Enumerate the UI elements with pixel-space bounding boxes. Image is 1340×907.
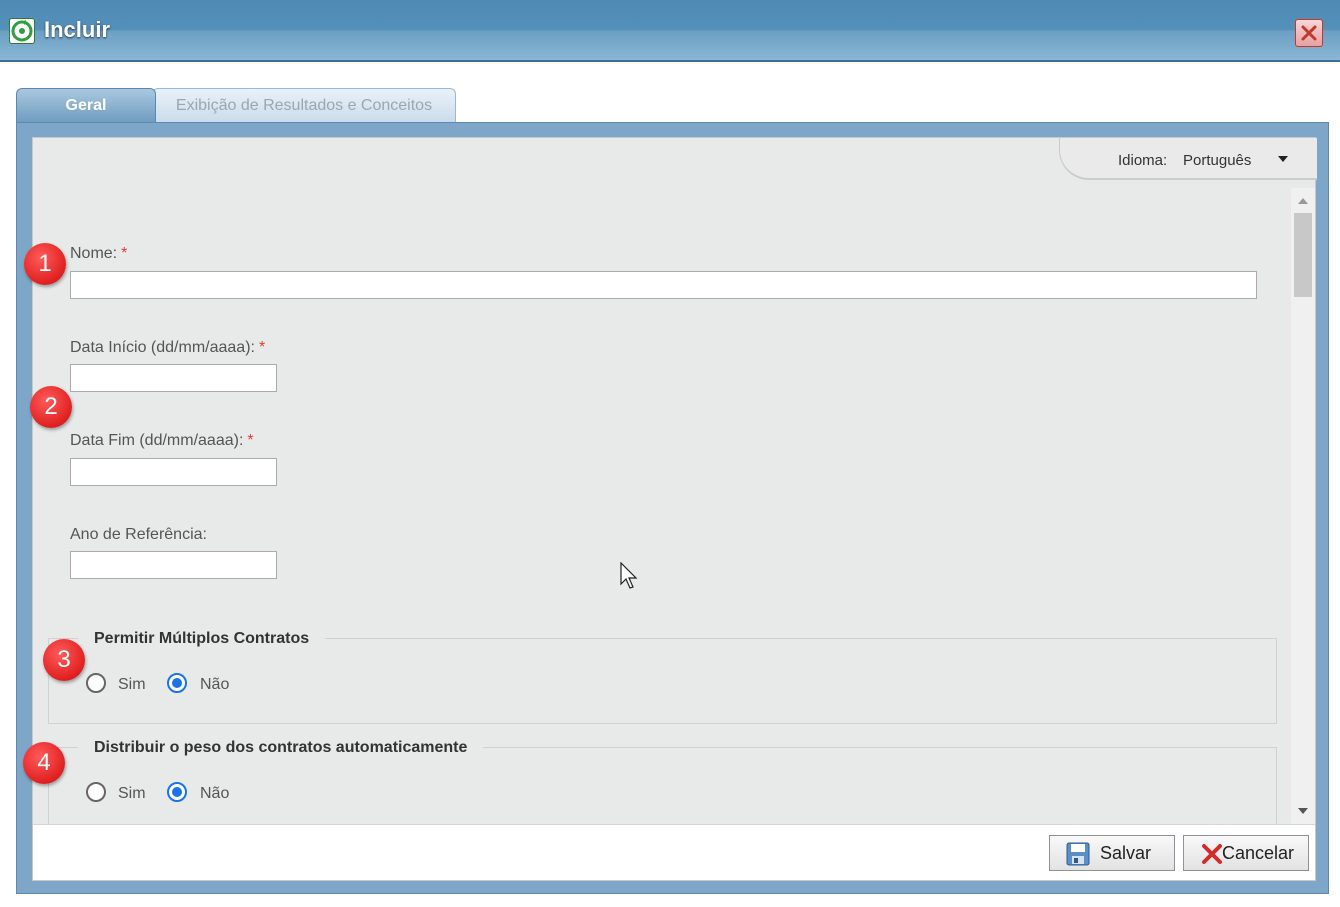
- data-inicio-label-text: Data Início (dd/mm/aaaa):: [70, 339, 255, 356]
- save-button[interactable]: Salvar: [1049, 835, 1175, 871]
- close-button[interactable]: [1295, 19, 1323, 47]
- nome-label: Nome: *: [70, 245, 127, 263]
- required-asterisk: *: [258, 339, 266, 356]
- scroll-thumb[interactable]: [1294, 213, 1312, 297]
- distribuir-peso-nao-label[interactable]: Não: [200, 785, 229, 803]
- distribuir-peso-sim-label[interactable]: Sim: [118, 785, 146, 803]
- red-x-icon: [1202, 844, 1222, 864]
- close-icon: [1301, 25, 1317, 41]
- window-title: Incluir: [44, 17, 111, 42]
- cancel-button-label: Cancelar: [1222, 843, 1295, 863]
- tab-exibicao-resultados[interactable]: Exibição de Resultados e Conceitos: [152, 88, 456, 122]
- multiplos-contratos-sim-label[interactable]: Sim: [118, 676, 146, 694]
- language-selector[interactable]: Idioma: Português: [1059, 138, 1317, 180]
- dialog-footer: Salvar Cancelar: [33, 824, 1315, 880]
- language-value: Português: [1183, 152, 1252, 169]
- save-button-label: Salvar: [1100, 843, 1152, 863]
- required-asterisk: *: [247, 432, 254, 449]
- data-fim-label-text: Data Fim (dd/mm/aaaa):: [70, 432, 244, 449]
- scroll-down-arrow-icon[interactable]: [1298, 808, 1308, 814]
- data-inicio-label: Data Início (dd/mm/aaaa): *: [70, 339, 265, 357]
- multiplos-contratos-legend: Permitir Múltiplos Contratos: [78, 630, 326, 648]
- floppy-disk-icon: [1066, 842, 1090, 866]
- required-asterisk: *: [121, 245, 128, 262]
- chevron-down-icon: [1278, 156, 1288, 162]
- annotation-marker-3: 3: [43, 639, 85, 681]
- refresh-icon: [9, 18, 35, 44]
- tab-panel: Idioma: Português Nome: * Data Início (dd…: [16, 122, 1329, 894]
- data-fim-label: Data Fim (dd/mm/aaaa): *: [70, 432, 254, 450]
- form-container: Idioma: Português Nome: * Data Início (dd…: [32, 137, 1317, 881]
- scroll-up-arrow-icon[interactable]: [1298, 198, 1308, 204]
- ano-referencia-input[interactable]: [70, 551, 277, 579]
- multiplos-contratos-nao-radio[interactable]: [167, 673, 187, 693]
- nome-label-text: Nome:: [70, 245, 118, 262]
- annotation-marker-1: 1: [24, 243, 66, 285]
- distribuir-peso-legend: Distribuir o peso dos contratos automati…: [78, 739, 484, 757]
- multiplos-contratos-sim-radio[interactable]: [86, 673, 106, 693]
- language-label: Idioma:: [1118, 152, 1168, 169]
- distribuir-peso-sim-radio[interactable]: [86, 782, 106, 802]
- tab-geral[interactable]: Geral: [16, 88, 156, 122]
- distribuir-peso-fieldset: [48, 747, 1277, 825]
- annotation-marker-2: 2: [30, 386, 72, 428]
- window-titlebar: Incluir: [0, 0, 1340, 62]
- tab-strip: Exibição de Resultados e Conceitos Geral: [16, 88, 516, 124]
- distribuir-peso-nao-radio[interactable]: [167, 782, 187, 802]
- multiplos-contratos-nao-label[interactable]: Não: [200, 676, 229, 694]
- cancel-button[interactable]: Cancelar: [1183, 835, 1309, 871]
- vertical-scrollbar[interactable]: [1291, 188, 1315, 824]
- data-fim-input[interactable]: [70, 458, 277, 486]
- data-inicio-input[interactable]: [70, 364, 277, 392]
- multiplos-contratos-fieldset: [48, 638, 1277, 724]
- ano-referencia-label: Ano de Referência:: [70, 526, 207, 543]
- mouse-cursor-icon: [620, 562, 638, 589]
- nome-input[interactable]: [70, 271, 1257, 299]
- annotation-marker-4: 4: [23, 742, 65, 784]
